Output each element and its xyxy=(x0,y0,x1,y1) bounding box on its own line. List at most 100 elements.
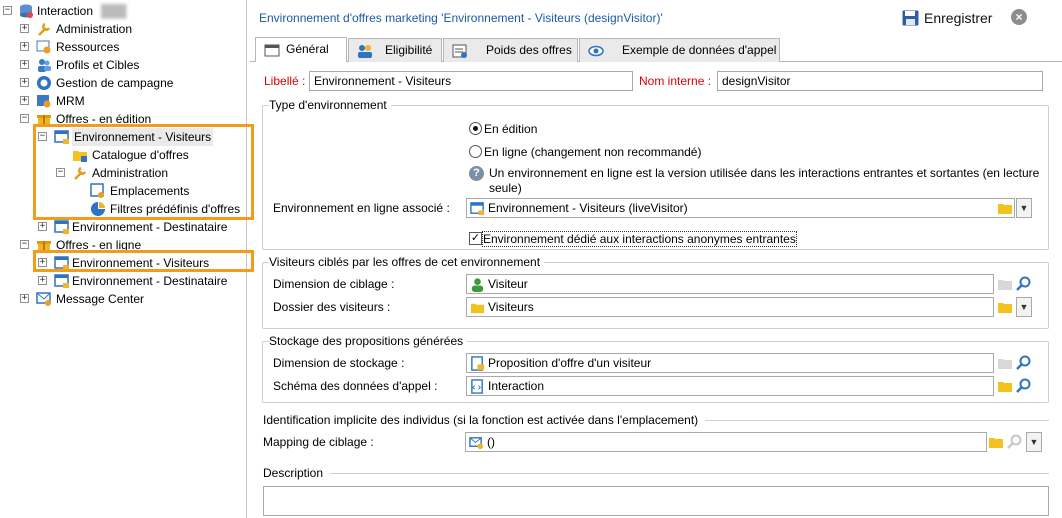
anonymes-checkbox[interactable]: ✓ xyxy=(469,232,482,245)
folder-disabled-icon xyxy=(998,359,1012,369)
properties-icon xyxy=(264,44,280,57)
expand-icon[interactable]: + xyxy=(20,78,29,87)
weight-icon xyxy=(452,44,467,58)
tab-poids[interactable]: Poids des offres xyxy=(443,38,578,62)
folder-icon xyxy=(470,303,485,314)
collapse-icon[interactable]: − xyxy=(20,240,29,249)
tab-label: Général xyxy=(286,42,329,56)
tab-label: Exemple de données d'appel xyxy=(622,43,777,57)
tab-label: Poids des offres xyxy=(486,43,572,57)
tree-item-label: MRM xyxy=(56,94,85,108)
tab-eligibilite[interactable]: Eligibilité xyxy=(348,38,442,62)
schema-icon xyxy=(471,379,483,394)
tree-item-message-center[interactable]: + Message Center xyxy=(0,290,240,308)
description-textarea[interactable] xyxy=(263,486,1049,516)
save-button-label: Enregistrer xyxy=(924,10,993,26)
folder-icon[interactable] xyxy=(997,378,1013,394)
search-icon[interactable] xyxy=(1016,276,1032,292)
expand-icon[interactable]: + xyxy=(38,222,47,231)
environment-icon xyxy=(470,202,485,216)
tree-root-blurred: ███ xyxy=(101,4,127,18)
visiteurs-group xyxy=(262,262,1049,329)
mapping-input[interactable]: () xyxy=(465,432,987,452)
stockage-title: Stockage des propositions générées xyxy=(269,334,468,348)
schema-appel-label: Schéma des données d'appel : xyxy=(273,379,438,393)
mapping-label: Mapping de ciblage : xyxy=(263,435,374,449)
tree-item-label: Environnement - Destinataire xyxy=(72,274,228,288)
schema-appel-input[interactable]: Interaction xyxy=(466,376,994,396)
radio-en-ligne-label: En ligne (changement non recommandé) xyxy=(484,145,702,159)
tree-item-label: Message Center xyxy=(56,292,145,306)
folder-icon[interactable] xyxy=(997,299,1013,315)
navigation-tree: − Interaction ███ + Administration + Res… xyxy=(0,0,254,518)
tab-general[interactable]: Général xyxy=(255,37,347,62)
info-icon: ? xyxy=(469,166,484,181)
tree-item-env-destinataire-ligne[interactable]: + Environnement - Destinataire xyxy=(0,272,240,290)
tree-item-ressources[interactable]: + Ressources xyxy=(0,38,240,56)
expand-icon[interactable]: + xyxy=(38,276,47,285)
schema-appel-value: Interaction xyxy=(488,379,545,393)
dimension-stockage-label: Dimension de stockage : xyxy=(273,356,405,370)
chevron-down-icon[interactable]: ▼ xyxy=(1016,297,1032,317)
anonymes-checkbox-label: Environnement dédié aux interactions ano… xyxy=(482,231,797,247)
users-icon xyxy=(38,59,51,72)
expand-icon[interactable]: + xyxy=(20,294,29,303)
resources-icon xyxy=(36,40,51,54)
tab-exemple[interactable]: Exemple de données d'appel xyxy=(579,38,780,62)
dimension-ciblage-input[interactable]: Visiteur xyxy=(466,274,994,294)
editor-header: Environnement d'offres marketing 'Enviro… xyxy=(250,0,1062,36)
search-icon[interactable] xyxy=(1016,355,1032,371)
mrm-icon xyxy=(37,95,51,108)
message-center-icon xyxy=(36,292,51,306)
tree-item-administration[interactable]: + Administration xyxy=(0,20,240,38)
tree-item-label: Gestion de campagne xyxy=(56,76,174,90)
radio-en-ligne[interactable] xyxy=(469,145,482,158)
tree-item-label: Profils et Cibles xyxy=(56,58,140,72)
search-icon[interactable] xyxy=(1016,378,1032,394)
editor-panel: Environnement d'offres marketing 'Enviro… xyxy=(250,0,1062,518)
chevron-down-icon[interactable]: ▼ xyxy=(1016,198,1032,218)
dimension-stockage-value: Proposition d'offre d'un visiteur xyxy=(488,356,652,370)
tree-item-profils[interactable]: + Profils et Cibles xyxy=(0,56,240,74)
chevron-down-icon[interactable]: ▼ xyxy=(1026,432,1042,452)
divider xyxy=(705,420,1049,421)
expand-icon[interactable]: + xyxy=(20,60,29,69)
env-associe-value: Environnement - Visiteurs (liveVisitor) xyxy=(488,201,688,215)
tree-item-env-destinataire-edition[interactable]: + Environnement - Destinataire xyxy=(0,218,240,236)
libelle-input[interactable]: Environnement - Visiteurs xyxy=(309,71,633,91)
identification-title: Identification implicite des individus (… xyxy=(263,413,699,427)
radio-en-edition[interactable] xyxy=(469,122,482,135)
environment-icon xyxy=(54,220,69,234)
collapse-icon[interactable]: − xyxy=(3,6,12,15)
expand-icon[interactable]: + xyxy=(20,24,29,33)
tree-root[interactable]: − Interaction ███ xyxy=(0,2,240,20)
info-text-line1: Un environnement en ligne est la version… xyxy=(489,166,1040,180)
tree-item-mrm[interactable]: + MRM xyxy=(0,92,240,110)
collapse-icon[interactable]: − xyxy=(20,114,29,123)
highlight-box-ligne xyxy=(33,250,254,272)
close-icon[interactable]: × xyxy=(1011,9,1027,25)
environment-icon xyxy=(54,274,69,288)
divider xyxy=(330,473,1049,474)
dossier-visiteurs-label: Dossier des visiteurs : xyxy=(273,300,391,314)
dossier-visiteurs-value: Visiteurs xyxy=(488,300,534,314)
tree-item-campagne[interactable]: + Gestion de campagne xyxy=(0,74,240,92)
expand-icon[interactable]: + xyxy=(20,96,29,105)
nom-interne-input[interactable]: designVisitor xyxy=(717,71,1043,91)
folder-disabled-icon xyxy=(998,280,1012,290)
highlight-box-edition xyxy=(33,124,254,220)
dimension-stockage-input[interactable]: Proposition d'offre d'un visiteur xyxy=(466,353,994,373)
dossier-visiteurs-input[interactable]: Visiteurs xyxy=(466,297,994,317)
user-icon xyxy=(471,278,484,292)
proposition-icon xyxy=(471,356,485,371)
database-icon xyxy=(20,4,33,18)
search-disabled-icon xyxy=(1007,434,1022,449)
mapping-icon xyxy=(469,437,484,450)
expand-icon[interactable]: + xyxy=(20,42,29,51)
nom-interne-value: designVisitor xyxy=(722,74,791,88)
env-associe-input[interactable]: Environnement - Visiteurs (liveVisitor) xyxy=(466,198,1015,218)
eye-icon xyxy=(588,45,604,57)
folder-icon[interactable] xyxy=(988,434,1004,450)
folder-icon[interactable] xyxy=(997,200,1013,216)
dimension-ciblage-label: Dimension de ciblage : xyxy=(273,277,395,291)
